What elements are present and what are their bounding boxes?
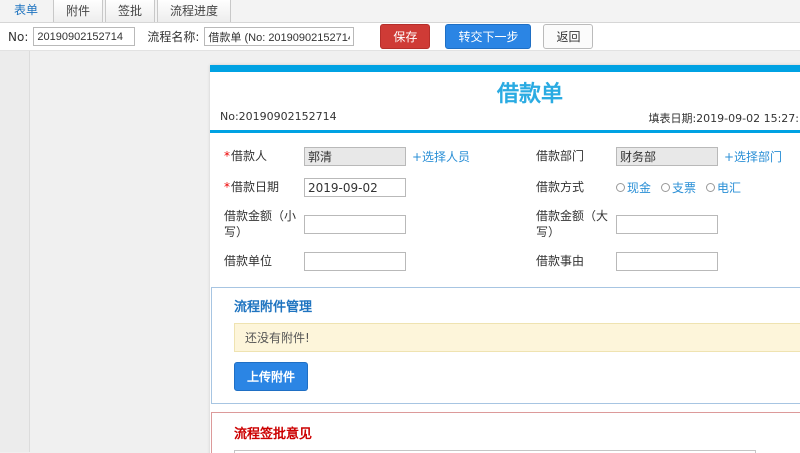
process-name-input[interactable] (204, 27, 355, 46)
loan-unit-input[interactable] (304, 252, 406, 272)
select-person-link[interactable]: +选择人员 (412, 148, 470, 165)
tab-progress[interactable]: 流程进度 (157, 0, 232, 22)
page: { "tabs": { "items": [ { "label": "表单", … (0, 0, 800, 453)
department-input[interactable] (616, 147, 718, 166)
method-wire-radio[interactable]: 电汇 (706, 179, 741, 196)
form-date-text: 填表日期:2019-09-02 15:27:1 (648, 112, 800, 125)
amount-small-input[interactable] (304, 215, 406, 235)
tab-sign[interactable]: 签批 (105, 0, 156, 22)
panel-top-bar (210, 65, 800, 72)
content-area: 借款单 No:20190902152714 填表日期:2019-09-02 15… (0, 51, 800, 453)
loan-form-fields: *借款人 +选择人员 借款部门 +选择部门 *借款日期 借款方式 现金 支票 电… (210, 133, 800, 281)
amount-small-label: 借款金额（小写） (224, 209, 297, 239)
amount-big-field-row: 借款金额（大写） (536, 203, 800, 246)
amount-small-field-row: 借款金额（小写） (224, 203, 524, 246)
loan-date-label: *借款日期 (224, 179, 280, 194)
radio-icon (706, 183, 716, 192)
borrower-input[interactable] (304, 147, 406, 166)
toolbar: No: 流程名称: 保存 转交下一步 返回 (0, 23, 800, 51)
loan-form-panel: 借款单 No:20190902152714 填表日期:2019-09-02 15… (210, 65, 800, 453)
approval-section-title: 流程签批意见 (234, 427, 313, 443)
loan-unit-label: 借款单位 (224, 253, 273, 268)
form-title: 借款单 (496, 82, 563, 107)
next-step-button[interactable]: 转交下一步 (445, 24, 532, 49)
method-cash-radio[interactable]: 现金 (616, 179, 651, 196)
loan-method-options: 现金 支票 电汇 (616, 179, 741, 196)
loan-unit-field-row: 借款单位 (224, 246, 524, 277)
department-field-row: 借款部门 +选择部门 (536, 141, 800, 172)
no-input[interactable] (33, 27, 136, 46)
loan-reason-label: 借款事由 (536, 253, 585, 268)
attachments-section-title: 流程附件管理 (234, 300, 313, 316)
loan-reason-field-row: 借款事由 (536, 246, 800, 277)
loan-date-field-row: *借款日期 (224, 172, 524, 203)
form-info-row: No:20190902152714 填表日期:2019-09-02 15:27:… (210, 110, 800, 130)
method-check-radio[interactable]: 支票 (661, 179, 696, 196)
loan-reason-input[interactable] (616, 252, 718, 272)
no-attachments-notice: 还没有附件! (234, 323, 800, 353)
borrower-label: *借款人 (224, 148, 268, 163)
tab-form[interactable]: 表单 (1, 0, 51, 22)
loan-date-input[interactable] (304, 178, 406, 197)
left-strip (0, 51, 30, 452)
process-name-label: 流程名称: (147, 30, 200, 44)
borrower-field-row: *借款人 +选择人员 (224, 141, 524, 172)
attachments-section: 流程附件管理 还没有附件! 上传附件 (211, 287, 800, 405)
required-mark: * (224, 179, 230, 194)
form-no-text: No:20190902152714 (220, 110, 337, 123)
department-label: 借款部门 (536, 148, 585, 163)
save-button[interactable]: 保存 (380, 24, 431, 49)
tab-bar: 表单 附件 签批 流程进度 (0, 0, 800, 23)
back-button[interactable]: 返回 (543, 24, 594, 49)
tab-attachments[interactable]: 附件 (53, 0, 104, 22)
loan-method-label: 借款方式 (536, 179, 585, 194)
approval-section: 流程签批意见 B I abc A ab ⚑ 1≡ •≡ ⇤ ⇥ “ (211, 412, 800, 453)
required-mark: * (224, 148, 230, 163)
amount-big-label: 借款金额（大写） (536, 209, 609, 239)
loan-method-field-row: 借款方式 现金 支票 电汇 (536, 172, 800, 203)
amount-big-input[interactable] (616, 215, 718, 235)
upload-attachment-button[interactable]: 上传附件 (234, 362, 309, 392)
no-label: No: (8, 29, 29, 44)
select-department-link[interactable]: +选择部门 (724, 148, 782, 165)
radio-icon (616, 183, 625, 192)
radio-icon (661, 183, 671, 192)
